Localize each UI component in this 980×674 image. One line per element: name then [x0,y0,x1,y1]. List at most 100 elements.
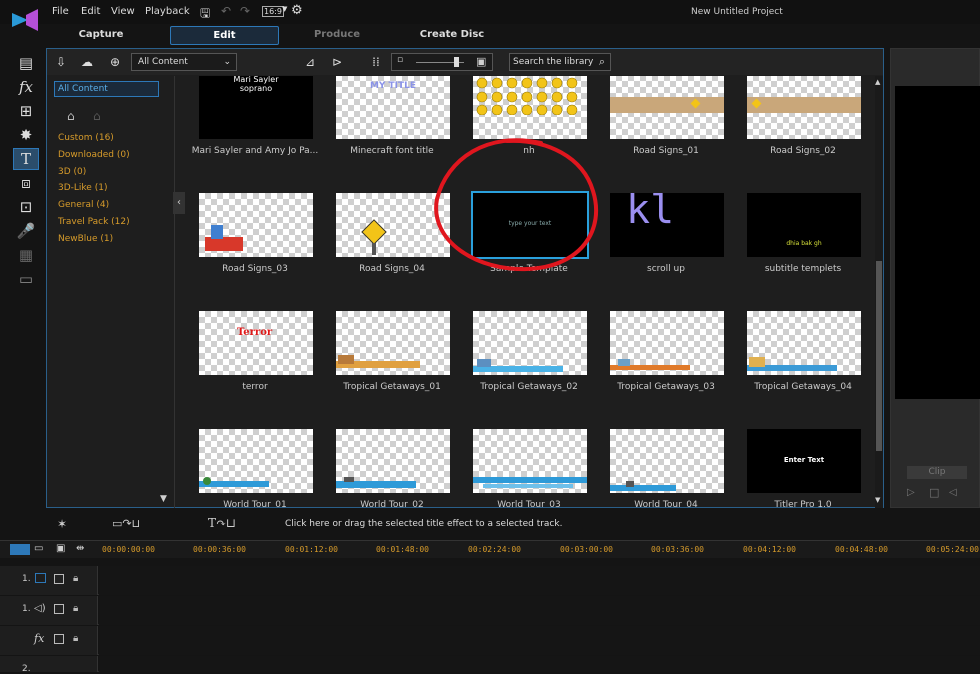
redo-icon[interactable]: ↷ [240,4,250,18]
clip-mode-button[interactable]: Clip [907,466,967,479]
track-enable-checkbox[interactable] [54,574,64,584]
content-filter-dropdown[interactable]: All Content ⌄ [131,53,237,71]
category-item[interactable]: General (4) [58,200,109,210]
title-tile[interactable]: Road Signs_03 [197,192,313,308]
title-tile[interactable]: Enter Text Titler Pro 1.0 [745,428,861,508]
previous-frame-icon[interactable]: ◁ [949,487,957,498]
gear-icon[interactable]: ⚙ [291,3,303,18]
chapter-room-icon[interactable]: ▦ [13,244,39,266]
magic-tools-icon[interactable]: ✶ [57,517,67,531]
track-header: fx 🔒︎ [0,626,98,655]
grid-view-icon[interactable]: ⁞⁞ [368,54,384,70]
category-item[interactable]: NewBlue (1) [58,234,113,244]
library-scrollbar[interactable]: ▲ ▼ [875,76,883,508]
category-dropdown-icon[interactable]: ▼ [160,494,167,504]
chevron-down-icon[interactable]: ▼ [282,5,287,13]
title-tile[interactable]: kl scroll up [608,192,724,308]
particle-room-icon[interactable]: ✸ [13,124,39,146]
slider-handle[interactable] [454,57,459,67]
title-tile[interactable]: Mari Sayler soprano Mari Sayler and Amy J… [192,76,318,190]
title-tile[interactable]: World Tour_01 [197,428,313,508]
globe-icon[interactable]: ⊕ [107,54,123,70]
tab-edit[interactable]: Edit [170,26,279,45]
menu-view[interactable]: View [111,6,135,17]
import-icon[interactable]: ⇩ [53,54,69,70]
title-thumbnail [336,311,450,375]
track-enable-checkbox[interactable] [54,634,64,644]
search-input[interactable]: Search the library ⌕ [509,53,611,71]
scroll-up-icon[interactable]: ▲ [875,78,880,86]
video-track-icon [35,573,46,583]
storyboard-view-icon[interactable]: ▭ [34,543,43,554]
remove-tag-icon[interactable]: ⌂ [93,109,101,123]
category-item[interactable]: Travel Pack (12) [58,217,130,227]
thumb-text: kl [626,193,675,233]
track-enable-checkbox[interactable] [54,604,64,614]
lock-icon[interactable]: 🔒︎ [73,603,78,614]
ruler-tick: 00:01:12:00 [285,545,338,554]
category-item[interactable]: Custom (16) [58,133,114,143]
title-tile[interactable]: Tropical Getaways_01 [334,310,450,426]
track-lane[interactable] [99,656,980,672]
title-tile[interactable]: World Tour_02 [334,428,450,508]
category-item[interactable]: Downloaded (0) [58,150,130,160]
small-thumb-icon: ▫ [397,55,404,65]
tab-create-disc[interactable]: Create Disc [396,26,508,45]
track-lane[interactable] [99,566,980,595]
transition-room-icon[interactable]: ⧈ [13,172,39,194]
microphone-icon[interactable]: 🎤 [13,220,39,242]
audio-mixing-icon[interactable]: ⊡ [13,196,39,218]
track-lane[interactable] [99,596,980,625]
create-title-icon[interactable]: ⊿ [302,54,318,70]
title-label: scroll up [647,264,685,274]
title-label: World Tour_01 [223,500,287,508]
stop-icon[interactable]: □ [929,486,939,499]
lock-icon[interactable]: 🔒︎ [73,573,78,584]
title-tile[interactable]: Terror terror [197,310,313,426]
title-tile[interactable]: Road Signs_01 [608,76,724,190]
pip-room-icon[interactable]: ⊞ [13,100,39,122]
timeline-toolbar: ✶ ▭↷⊔ T↷⊔ Click here or drag the selecte… [0,513,980,537]
title-tile[interactable]: dhia bak gh subtitle templets [745,192,861,308]
title-tile[interactable]: Road Signs_02 [745,76,861,190]
save-icon[interactable]: 🖫 [200,4,210,25]
scroll-down-icon[interactable]: ▼ [875,496,880,504]
menu-edit[interactable]: Edit [81,6,100,17]
undo-icon[interactable]: ↶ [221,4,231,18]
media-room-icon[interactable]: ▤ [13,52,39,74]
cloud-icon[interactable]: ☁ [79,54,95,70]
title-thumbnail [199,429,313,493]
title-room-icon[interactable]: T [13,148,39,170]
menu-playback[interactable]: Playback [145,6,190,17]
effect-track: fx 🔒︎ [0,626,980,655]
zoom-timeline-icon[interactable]: ⇹ [76,543,84,554]
timeline-ruler[interactable]: ▭ ▣ ⇹ 00:00:00:00 00:00:36:00 00:01:12:0… [0,540,980,558]
subtitle-room-icon[interactable]: ▭ [13,268,39,290]
play-icon[interactable]: ▷ [907,487,915,498]
aspect-ratio-button[interactable]: 16:9 [262,6,284,17]
insert-title-icon[interactable]: T↷⊔ [208,516,236,530]
lock-icon[interactable]: 🔒︎ [73,633,78,644]
category-item[interactable]: 3D (0) [58,167,86,177]
fx-room-icon[interactable]: fx [13,76,39,98]
modify-title-icon[interactable]: ⊳ [329,54,345,70]
menu-file[interactable]: File [52,6,69,17]
track-lane[interactable] [99,626,980,655]
add-tag-icon[interactable]: ⌂ [67,109,75,123]
road-sign-graphic [205,237,243,251]
title-tile[interactable]: World Tour_03 [471,428,587,508]
scrollbar-thumb[interactable] [876,261,882,451]
tab-capture[interactable]: Capture [46,26,156,45]
title-tile[interactable]: World Tour_04 [608,428,724,508]
track-view-icon[interactable] [10,544,30,555]
tab-produce[interactable]: Produce [282,26,392,45]
thumbnail-size-slider[interactable]: ▫ ▣ [391,53,493,71]
category-item[interactable]: 3D-Like (1) [58,183,107,193]
search-icon[interactable]: ⌕ [599,54,605,70]
title-tile[interactable]: Tropical Getaways_02 [471,310,587,426]
title-tile[interactable]: Tropical Getaways_03 [608,310,724,426]
category-all-content[interactable]: All Content [54,81,159,97]
insert-video-icon[interactable]: ▭↷⊔ [112,517,140,530]
title-tile[interactable]: Tropical Getaways_04 [745,310,861,426]
fit-view-icon[interactable]: ▣ [56,543,65,554]
